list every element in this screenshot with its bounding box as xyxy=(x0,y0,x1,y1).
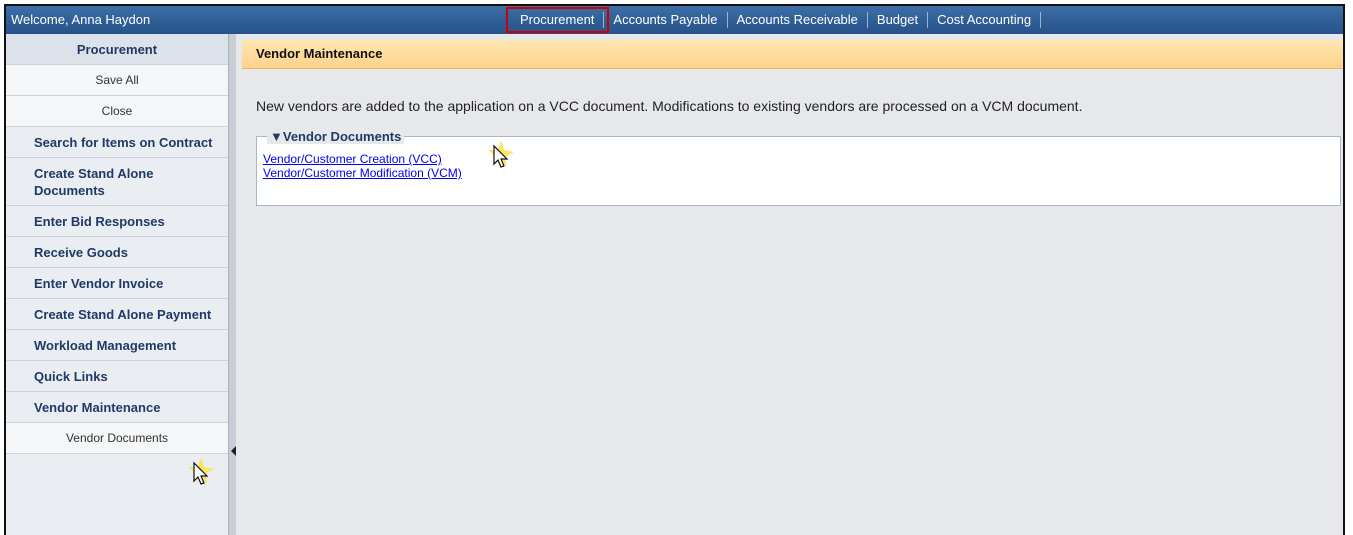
sidebar-splitter[interactable] xyxy=(228,34,236,535)
vendor-documents-section: ▼Vendor Documents Vendor/Customer Creati… xyxy=(256,129,1341,206)
sidebar-item-receive-goods[interactable]: Receive Goods xyxy=(6,237,228,268)
app-window: Welcome, Anna Haydon Procurement Account… xyxy=(4,4,1345,535)
mouse-cursor-icon xyxy=(488,140,514,168)
tab-accounts-receivable[interactable]: Accounts Receivable xyxy=(728,12,868,28)
section-title: Vendor Documents xyxy=(282,129,402,144)
mouse-cursor-icon xyxy=(188,457,214,485)
sidebar-item-create-stand-alone-documents[interactable]: Create Stand Alone Documents xyxy=(6,158,228,206)
sidebar-title: Procurement xyxy=(6,34,228,65)
page-title: Vendor Maintenance xyxy=(242,40,1343,69)
triangle-down-icon: ▼ xyxy=(270,129,283,144)
sidebar-item-vendor-documents[interactable]: Vendor Documents xyxy=(6,423,228,454)
tab-budget[interactable]: Budget xyxy=(868,12,929,28)
welcome-text: Welcome, Anna Haydon xyxy=(11,12,151,27)
sidebar-item-close[interactable]: Close xyxy=(6,96,228,127)
sidebar-item-save-all[interactable]: Save All xyxy=(6,65,228,96)
sidebar-item-search-items-on-contract[interactable]: Search for Items on Contract xyxy=(6,127,228,158)
vendor-documents-header[interactable]: ▼Vendor Documents xyxy=(267,129,405,144)
main-panel: Vendor Maintenance New vendors are added… xyxy=(242,34,1343,535)
sidebar-item-quick-links[interactable]: Quick Links xyxy=(6,361,228,392)
tab-procurement[interactable]: Procurement xyxy=(505,7,610,33)
vendor-links: Vendor/Customer Creation (VCC) Vendor/Cu… xyxy=(263,152,462,180)
vcc-link[interactable]: Vendor/Customer Creation (VCC) xyxy=(263,152,462,166)
sidebar-item-enter-bid-responses[interactable]: Enter Bid Responses xyxy=(6,206,228,237)
sidebar-item-create-stand-alone-payment[interactable]: Create Stand Alone Payment xyxy=(6,299,228,330)
sidebar-item-enter-vendor-invoice[interactable]: Enter Vendor Invoice xyxy=(6,268,228,299)
top-bar: Welcome, Anna Haydon Procurement Account… xyxy=(6,6,1343,34)
intro-text: New vendors are added to the application… xyxy=(256,98,1083,114)
top-nav: Procurement Accounts Payable Accounts Re… xyxy=(505,6,1042,34)
tab-cost-accounting[interactable]: Cost Accounting xyxy=(928,12,1042,28)
collapse-sidebar-icon[interactable] xyxy=(231,446,236,456)
vcm-link[interactable]: Vendor/Customer Modification (VCM) xyxy=(263,166,462,180)
sidebar-item-vendor-maintenance[interactable]: Vendor Maintenance xyxy=(6,392,228,423)
tab-accounts-payable[interactable]: Accounts Payable xyxy=(604,12,728,28)
sidebar-item-workload-management[interactable]: Workload Management xyxy=(6,330,228,361)
